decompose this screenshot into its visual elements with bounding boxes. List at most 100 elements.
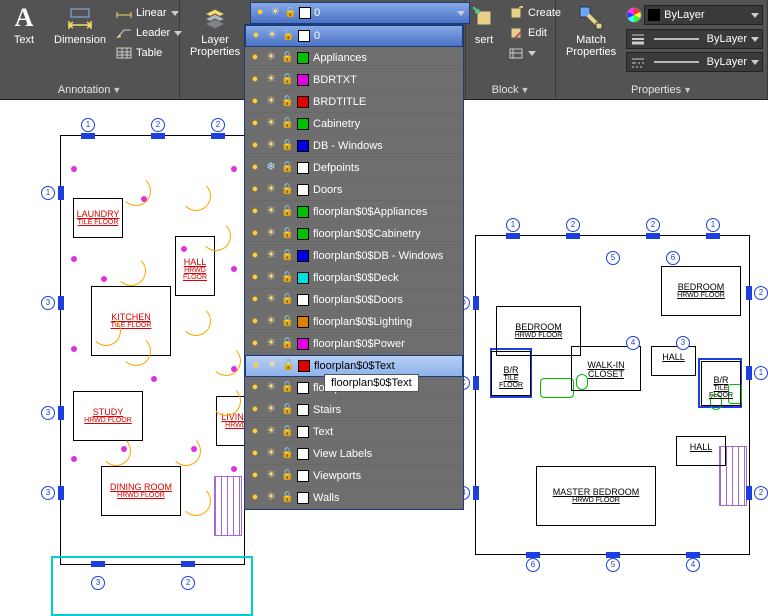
freeze-icon[interactable]: ☀ (265, 316, 277, 328)
layer-item[interactable]: ●☀🔓floorplan$0$Lighting (245, 311, 463, 333)
lock-icon[interactable]: 🔓 (282, 30, 294, 42)
lock-icon[interactable]: 🔓 (281, 162, 293, 174)
lock-icon[interactable]: 🔓 (281, 206, 293, 218)
layer-combo[interactable]: ● ☀ 🔒 0 (250, 2, 470, 24)
layer-item[interactable]: ●☀🔓Walls (245, 487, 463, 509)
layer-color-swatch[interactable] (297, 404, 309, 416)
layer-color-swatch[interactable] (297, 448, 309, 460)
layer-item[interactable]: ●☀🔓Appliances (245, 47, 463, 69)
lock-icon[interactable]: 🔓 (281, 426, 293, 438)
freeze-icon[interactable]: ☀ (265, 96, 277, 108)
panel-title-annotation[interactable]: Annotation▼ (4, 82, 175, 99)
freeze-icon[interactable]: ☀ (265, 426, 277, 438)
lock-icon[interactable]: 🔓 (281, 52, 293, 64)
layer-item[interactable]: ●☀🔓floorplan$0$DB - Windows (245, 245, 463, 267)
layer-item[interactable]: ●☀🔓Doors (245, 179, 463, 201)
freeze-icon[interactable]: ☀ (265, 382, 277, 394)
bulb-icon[interactable]: ● (249, 140, 261, 152)
freeze-icon[interactable]: ☀ (265, 492, 277, 504)
lock-icon[interactable]: 🔓 (281, 118, 293, 130)
layer-color-swatch[interactable] (297, 118, 309, 130)
bulb-icon[interactable]: ● (249, 294, 261, 306)
layer-color-swatch[interactable] (297, 382, 309, 394)
table-button[interactable]: Table (116, 44, 182, 62)
freeze-icon[interactable]: ☀ (265, 140, 277, 152)
lock-icon[interactable]: 🔓 (281, 404, 293, 416)
bulb-icon[interactable]: ● (249, 272, 261, 284)
bulb-icon[interactable]: ● (249, 118, 261, 130)
lock-icon[interactable]: 🔓 (281, 382, 293, 394)
lineweight-combo[interactable]: ByLayer (626, 29, 763, 49)
layer-dropdown[interactable]: ●☀🔓0●☀🔓Appliances●☀🔓BDRTXT●☀🔓BRDTITLE●☀🔓… (244, 24, 464, 510)
freeze-icon[interactable]: ☀ (265, 338, 277, 350)
freeze-icon[interactable]: ☀ (265, 470, 277, 482)
layer-color-swatch[interactable] (297, 206, 309, 218)
create-button[interactable]: Create (508, 4, 561, 22)
bulb-icon[interactable]: ● (250, 360, 262, 372)
freeze-icon[interactable]: ☀ (265, 404, 277, 416)
layer-color-swatch[interactable] (297, 492, 309, 504)
lock-icon[interactable]: 🔓 (281, 470, 293, 482)
layer-item[interactable]: ●☀🔓BRDTITLE (245, 91, 463, 113)
freeze-icon[interactable]: ☀ (266, 30, 278, 42)
layer-color-swatch[interactable] (297, 96, 309, 108)
layer-color-swatch[interactable] (297, 162, 309, 174)
insert-button[interactable]: sert (470, 2, 504, 48)
layer-item[interactable]: ●☀🔓Cabinetry (245, 113, 463, 135)
layer-item[interactable]: ●☀🔓0 (245, 25, 463, 47)
layer-color-swatch[interactable] (297, 470, 309, 482)
freeze-icon[interactable]: ☀ (265, 272, 277, 284)
lock-icon[interactable]: 🔓 (281, 338, 293, 350)
layer-item[interactable]: ●☀🔓View Labels (245, 443, 463, 465)
layer-color-swatch[interactable] (297, 272, 309, 284)
layer-color-swatch[interactable] (297, 52, 309, 64)
bulb-icon[interactable]: ● (249, 426, 261, 438)
lock-icon[interactable]: 🔓 (281, 294, 293, 306)
color-picker-button[interactable]: ByLayer (626, 4, 763, 26)
lock-icon[interactable]: 🔓 (281, 96, 293, 108)
color-combo[interactable]: ByLayer (644, 5, 763, 25)
panel-title-properties[interactable]: Properties▼ (560, 82, 763, 99)
text-button[interactable]: A Text (4, 2, 44, 48)
leader-button[interactable]: Leader (116, 24, 182, 42)
lock-icon[interactable]: 🔓 (281, 448, 293, 460)
layer-item[interactable]: ●☀🔓floorplan$0$Appliances (245, 201, 463, 223)
freeze-icon[interactable]: ☀ (266, 360, 278, 372)
layer-color-swatch[interactable] (298, 360, 310, 372)
bulb-icon[interactable]: ● (249, 470, 261, 482)
lock-icon[interactable]: 🔓 (281, 184, 293, 196)
dimension-button[interactable]: Dimension (48, 2, 112, 48)
bulb-icon[interactable]: ● (249, 52, 261, 64)
layer-color-swatch[interactable] (297, 228, 309, 240)
linetype-combo[interactable]: ByLayer (626, 52, 763, 72)
freeze-icon[interactable]: ❄ (265, 162, 277, 174)
freeze-icon[interactable]: ☀ (265, 228, 277, 240)
freeze-icon[interactable]: ☀ (265, 294, 277, 306)
block-extra-button[interactable] (508, 44, 561, 62)
lock-icon[interactable]: 🔓 (281, 140, 293, 152)
layer-item[interactable]: ●☀🔓DB - Windows (245, 135, 463, 157)
layer-item[interactable]: ●☀🔓Viewports (245, 465, 463, 487)
layer-color-swatch[interactable] (297, 338, 309, 350)
layer-item[interactable]: ●☀🔓floorplan$0$Deck (245, 267, 463, 289)
layer-item[interactable]: ●❄🔓Defpoints (245, 157, 463, 179)
layer-color-swatch[interactable] (297, 426, 309, 438)
lock-icon[interactable]: 🔓 (281, 272, 293, 284)
layer-color-swatch[interactable] (297, 294, 309, 306)
freeze-icon[interactable]: ☀ (265, 448, 277, 460)
bulb-icon[interactable]: ● (249, 74, 261, 86)
layer-item[interactable]: ●☀🔓Stairs (245, 399, 463, 421)
freeze-icon[interactable]: ☀ (265, 184, 277, 196)
layer-item[interactable]: ●☀🔓floorplan$0$Cabinetry (245, 223, 463, 245)
freeze-icon[interactable]: ☀ (265, 74, 277, 86)
bulb-icon[interactable]: ● (249, 184, 261, 196)
lock-icon[interactable]: 🔓 (281, 250, 293, 262)
bulb-icon[interactable]: ● (249, 206, 261, 218)
bulb-icon[interactable]: ● (249, 162, 261, 174)
bulb-icon[interactable]: ● (249, 382, 261, 394)
freeze-icon[interactable]: ☀ (265, 52, 277, 64)
bulb-icon[interactable]: ● (249, 404, 261, 416)
lock-icon[interactable]: 🔓 (281, 316, 293, 328)
match-properties-button[interactable]: Match Properties (560, 2, 622, 60)
bulb-icon[interactable]: ● (249, 250, 261, 262)
